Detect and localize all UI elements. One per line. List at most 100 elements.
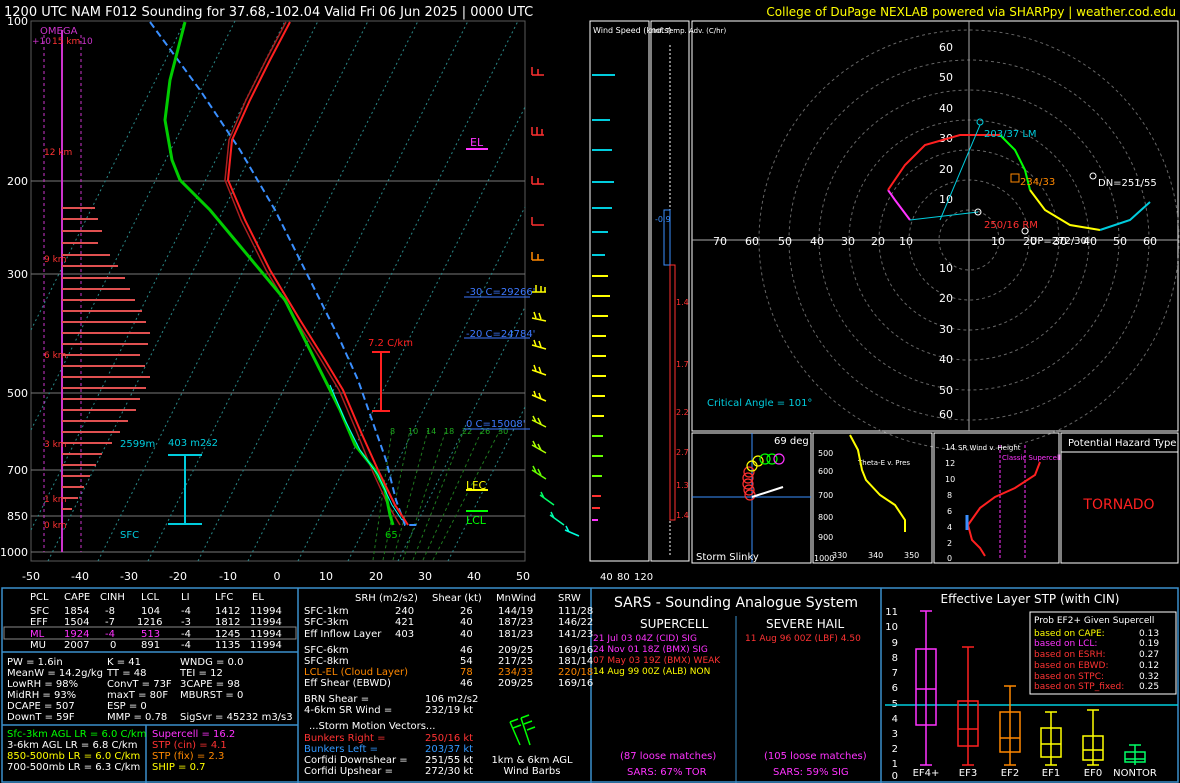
hodo-lm-point: [976, 118, 984, 126]
svg-text:421: 421: [395, 617, 414, 628]
svg-text:-8: -8: [105, 606, 115, 617]
lapse-rate-line: Sfc-3km AGL LR = 6.0 C/km: [7, 729, 146, 740]
stp-title: Effective Layer STP (with CIN): [941, 592, 1120, 606]
kinematic-header: MnWind: [496, 593, 536, 604]
svg-text:187/23: 187/23: [498, 617, 533, 628]
svg-text:NONTOR: NONTOR: [1113, 768, 1157, 779]
brn-shear-label: BRN Shear =: [304, 694, 369, 705]
svg-text:0.27: 0.27: [1139, 650, 1159, 660]
svg-text:11994: 11994: [250, 617, 282, 628]
svg-text:EFF: EFF: [30, 617, 48, 628]
critical-angle-label: Critical Angle = 101°: [707, 398, 812, 409]
hodo-lm-label: 203/37 LM: [984, 129, 1037, 140]
svg-text:ESP = 0: ESP = 0: [107, 701, 147, 712]
svg-text:SigSvr = 45232 m3/s3: SigSvr = 45232 m3/s3: [180, 712, 293, 723]
hodo-effective-inflow: [909, 211, 979, 221]
parcel-header: EL: [252, 592, 264, 603]
hodo-ring-label: 50: [939, 384, 953, 397]
sars-supercell-title: SUPERCELL: [640, 617, 709, 631]
hodo-ring-label: 40: [939, 102, 953, 115]
hodo-ring-label: 30: [841, 235, 855, 248]
mixing-ratio-line: [432, 429, 501, 561]
svg-text:based on ESRH:: based on ESRH:: [1034, 650, 1106, 660]
svg-text:3: 3: [892, 729, 898, 740]
hodo-mean-wind-marker: [1010, 173, 1020, 183]
isotherm-line: [197, 20, 469, 562]
hodo-ring-label: 10: [899, 235, 913, 248]
sars-match: 21 Jul 03 04Z (CID) SIG: [593, 634, 697, 644]
hodo-ring-label: 60: [939, 408, 953, 421]
svg-text:based on STPC:: based on STPC:: [1034, 672, 1104, 682]
parcel-header: LFC: [215, 592, 233, 603]
sars-match: 24 Nov 01 18Z (BMX) SIG: [593, 645, 708, 655]
temperature-label: 10: [319, 570, 333, 583]
sr-wind-label: 4-6km SR Wind =: [304, 705, 392, 716]
hodo-ring-label: 60: [939, 41, 953, 54]
hodo-ring-label: 60: [745, 235, 759, 248]
temperature-label: 30: [418, 570, 432, 583]
svg-text:11994: 11994: [250, 640, 282, 651]
sars-supercell-pct: SARS: 67% TOR: [627, 767, 707, 778]
storm-motion-title: ...Storm Motion Vectors...: [309, 721, 435, 732]
svg-text:240: 240: [395, 606, 414, 617]
theta-e-x-label: 350: [904, 551, 919, 560]
svg-text:1504: 1504: [64, 617, 89, 628]
svg-text:-4: -4: [181, 606, 191, 617]
wind-barb: [531, 440, 547, 454]
theta-e-p-label: 500: [818, 449, 833, 458]
temperature-label: -50: [22, 570, 40, 583]
stp-prob-list: based on CAPE: 0.13 based on LCL: 0.19 bas…: [1034, 629, 1159, 692]
isotherm-line: [30, 20, 186, 331]
skewt-panel: 8 10 14 18 22 26 30 OMEGA +10 -10 15 km …: [0, 15, 580, 583]
wind-barb: [531, 252, 544, 261]
svg-text:MMP = 0.78: MMP = 0.78: [107, 712, 167, 723]
svg-text:SFC: SFC: [30, 606, 49, 617]
svg-text:based on EBWD:: based on EBWD:: [1034, 661, 1109, 671]
sr-wind-panel: 14 12 10 8 6 4 2 0 SR Wind v. Height Cla…: [933, 432, 1061, 564]
svg-text:MBURST = 0: MBURST = 0: [180, 690, 243, 701]
wind-barb: [531, 176, 544, 185]
svg-text:141/23: 141/23: [558, 629, 593, 640]
svg-text:1216: 1216: [137, 617, 162, 628]
hodo-ring-label: 50: [778, 235, 792, 248]
stp-box-ef3: [957, 646, 979, 766]
inf-temp-value: 2.7: [676, 448, 689, 457]
kinematic-row: SFC-8km 54 217/25 181/14: [304, 656, 593, 667]
svg-text:MU: MU: [30, 640, 46, 651]
svg-text:1245: 1245: [215, 629, 240, 640]
svg-text:11994: 11994: [250, 629, 282, 640]
theta-e-panel: 500 600 700 800 900 1000 330 340 350 The…: [812, 432, 933, 564]
sr-wind-y-labels: 14 12 10 8 6 4 2 0: [945, 443, 955, 563]
lfc-label: LFC: [466, 479, 486, 492]
hodo-trace-6-9km: [1029, 189, 1101, 231]
svg-text:LCL-EL (Cloud Layer): LCL-EL (Cloud Layer): [304, 667, 408, 678]
slinky-angle: 69 deg: [774, 436, 809, 447]
isotherm-line: [97, 20, 369, 562]
hodograph-panel: 60 50 40 30 20 10 10 20 30 40 50 60 70 6…: [691, 20, 1180, 451]
slinky-label: Storm Slinky: [696, 552, 759, 563]
pressure-label: 700: [7, 464, 28, 477]
hodo-ring-label: 10: [939, 262, 953, 275]
sr-wind-y-label: 2: [947, 539, 952, 548]
wind-barbs: [531, 67, 580, 537]
stp-box-ef2: [999, 685, 1021, 766]
inf-temp-value: 2.2: [676, 408, 689, 417]
wind-barb: [531, 390, 547, 402]
storm-slinky-panel: 69 deg Storm Slinky: [691, 432, 812, 564]
height-label: 15 km: [52, 37, 80, 47]
sars-supercell-matches: 21 Jul 03 04Z (CID) SIG 24 Nov 01 18Z (B…: [593, 634, 721, 677]
vector-value: 250/16 kt: [425, 733, 473, 744]
mixing-ratio-label: 10: [408, 427, 418, 436]
hodo-trace-9-12km: [1099, 201, 1151, 231]
pressure-label: 100: [7, 15, 28, 28]
sfc-label: SFC: [120, 530, 139, 541]
isotherm-height-label: -30 C=29266': [466, 287, 535, 298]
svg-text:11994: 11994: [250, 606, 282, 617]
kinematic-row: SFC-6km 46 209/25 169/16: [304, 645, 593, 656]
wind-barb: [531, 311, 547, 322]
height-label: 0 km: [44, 521, 67, 531]
parcel-table: PCL CAPE CINH LCL LI LFC EL SFC 1854 -8 10…: [3, 592, 297, 651]
svg-text:217/25: 217/25: [498, 656, 533, 667]
parcel-header: LI: [181, 592, 190, 603]
hodo-ring-label: 40: [810, 235, 824, 248]
